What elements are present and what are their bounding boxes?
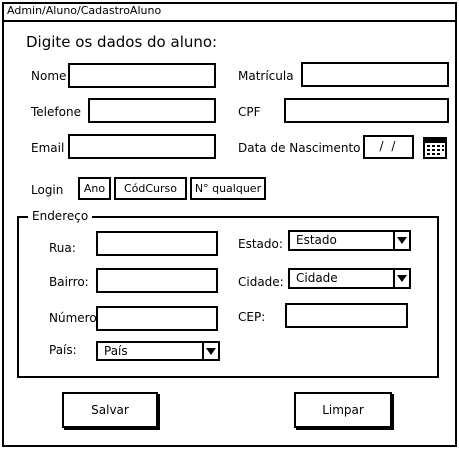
login-label: Login <box>31 183 64 197</box>
matricula-label: Matrícula <box>238 69 294 83</box>
email-label: Email <box>31 141 65 155</box>
cpf-label: CPF <box>238 105 261 119</box>
numero-label: Número <box>49 311 97 325</box>
calendar-icon[interactable] <box>423 136 447 160</box>
estado-label: Estado: <box>238 237 283 251</box>
estado-select-value: Estado <box>296 233 337 247</box>
cep-input[interactable] <box>285 303 408 328</box>
data-nascimento-field[interactable]: / / <box>363 135 414 159</box>
login-numero-field[interactable]: N° qualquer <box>190 177 266 200</box>
data-nascimento-label: Data de Nascimento <box>238 141 361 155</box>
salvar-button[interactable]: Salvar <box>62 392 158 428</box>
breadcrumb: Admin/Aluno/CadastroAluno <box>2 2 457 22</box>
pais-select[interactable]: País <box>96 341 220 361</box>
chevron-down-icon[interactable] <box>202 343 218 359</box>
pais-select-value: País <box>104 344 128 358</box>
rua-input[interactable] <box>96 231 218 256</box>
cidade-select[interactable]: Cidade <box>288 268 411 289</box>
numero-input[interactable] <box>96 306 218 331</box>
estado-select[interactable]: Estado <box>288 230 411 251</box>
login-ano-field[interactable]: Ano <box>78 177 111 200</box>
bairro-label: Bairro: <box>49 275 89 289</box>
chevron-down-icon[interactable] <box>393 232 409 249</box>
nome-input[interactable] <box>68 63 216 88</box>
cep-label: CEP: <box>238 310 266 324</box>
endereco-legend: Endereço <box>28 209 93 223</box>
nome-label: Nome <box>31 69 67 83</box>
login-codcurso-field[interactable]: CódCurso <box>114 177 187 200</box>
limpar-button[interactable]: Limpar <box>294 392 392 428</box>
cidade-select-value: Cidade <box>296 271 338 285</box>
page-title: Digite os dados do aluno: <box>26 33 218 51</box>
cidade-label: Cidade: <box>238 275 284 289</box>
chevron-down-icon[interactable] <box>393 270 409 287</box>
telefone-input[interactable] <box>88 98 216 123</box>
email-input[interactable] <box>68 134 216 159</box>
bairro-input[interactable] <box>96 268 218 293</box>
pais-label: País: <box>49 343 77 357</box>
telefone-label: Telefone <box>31 105 81 119</box>
matricula-input[interactable] <box>301 62 449 87</box>
rua-label: Rua: <box>49 241 76 255</box>
cpf-input[interactable] <box>284 98 449 123</box>
